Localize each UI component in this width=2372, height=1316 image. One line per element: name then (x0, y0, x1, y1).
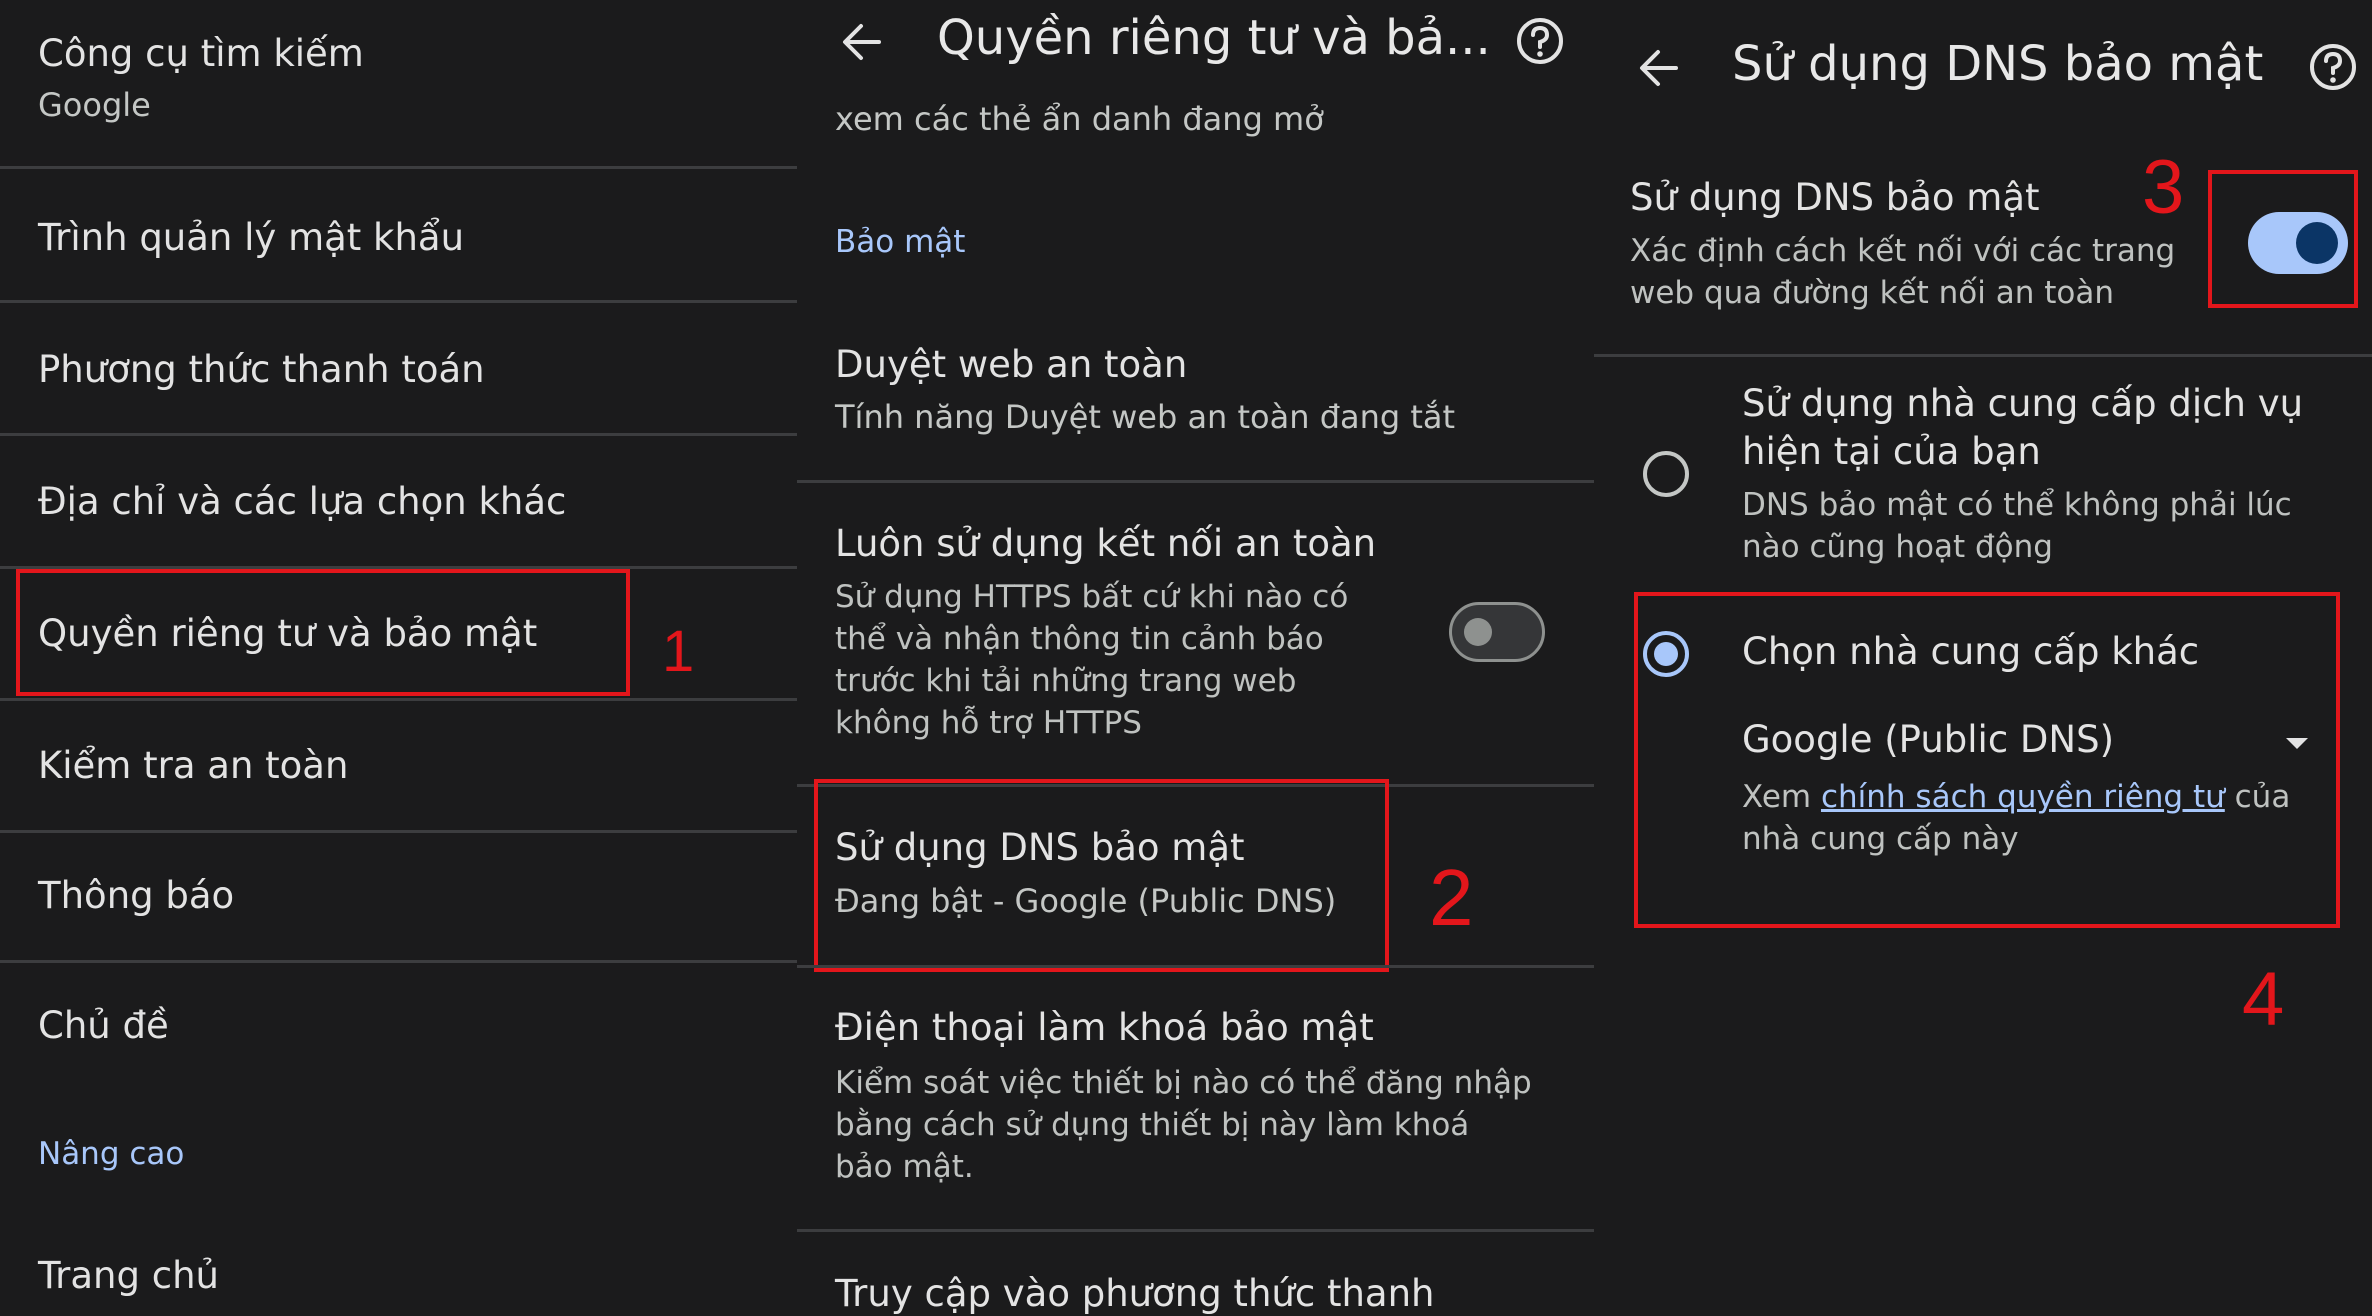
highlight-box-3 (2208, 170, 2358, 308)
menu-item-addresses[interactable]: Địa chỉ và các lựa chọn khác (38, 480, 566, 523)
back-arrow-icon[interactable] (839, 20, 885, 64)
menu-item-theme[interactable]: Chủ đề (38, 1004, 169, 1047)
page-title: Quyền riêng tư và bả... (937, 10, 1491, 66)
secure-dns-panel: Sử dụng DNS bảo mật Sử dụng DNS bảo mật … (1594, 0, 2372, 1316)
https-always-title: Luôn sử dụng kết nối an toàn (835, 522, 1377, 565)
safe-browsing-desc: Tính năng Duyệt web an toàn đang tắt (835, 398, 1456, 436)
secure-dns-toggle-title: Sử dụng DNS bảo mật (1630, 176, 2040, 219)
security-key-title: Điện thoại làm khoá bảo mật (835, 1006, 1374, 1049)
toggle-thumb (1464, 618, 1492, 646)
menu-item-safety-check[interactable]: Kiểm tra an toàn (38, 744, 348, 787)
option-current-desc: DNS bảo mật có thể không phải lúc nào cũ… (1742, 487, 2292, 565)
privacy-security-panel: Quyền riêng tư và bả... xem các thẻ ẩn d… (797, 0, 1594, 1316)
section-advanced-heading: Nâng cao (38, 1136, 185, 1172)
menu-item-notifications[interactable]: Thông báo (38, 874, 234, 917)
menu-item-payment-methods[interactable]: Phương thức thanh toán (38, 348, 485, 391)
divider (0, 830, 797, 833)
step-number-3: 3 (2142, 145, 2185, 230)
radio-icon[interactable] (1643, 451, 1689, 497)
menu-item-homepage[interactable]: Trang chủ (38, 1254, 219, 1297)
divider (0, 433, 797, 436)
search-engine-title: Công cụ tìm kiếm (38, 32, 364, 75)
search-engine-value: Google (38, 86, 151, 124)
help-icon[interactable] (2308, 42, 2358, 92)
highlight-box-2 (814, 779, 1389, 972)
step-number-1: 1 (662, 619, 695, 684)
highlight-box-4 (1634, 592, 2340, 928)
incognito-lock-note: xem các thẻ ẩn danh đang mở (835, 100, 1324, 138)
divider (797, 965, 1594, 968)
payment-access-item[interactable]: Truy cập vào phương thức thanh (835, 1272, 1434, 1315)
divider (797, 1229, 1594, 1232)
secure-dns-toggle-desc: Xác định cách kết nối với các trang web … (1630, 233, 2176, 311)
safe-browsing-title: Duyệt web an toàn (835, 343, 1188, 386)
back-arrow-icon[interactable] (1636, 46, 1682, 90)
divider (0, 960, 797, 963)
step-number-2: 2 (1429, 853, 1474, 942)
step-number-4: 4 (2242, 957, 2285, 1042)
page-title: Sử dụng DNS bảo mật (1732, 36, 2264, 92)
divider (1594, 354, 2372, 357)
section-security-heading: Bảo mật (835, 224, 966, 260)
help-icon[interactable] (1515, 16, 1565, 66)
menu-item-password-manager[interactable]: Trình quản lý mật khẩu (38, 216, 464, 259)
divider (797, 480, 1594, 483)
divider (0, 300, 797, 303)
security-key-desc: Kiểm soát việc thiết bị nào có thể đăng … (835, 1065, 1532, 1185)
option-current-title: Sử dụng nhà cung cấp dịch vụ hiện tại củ… (1742, 382, 2304, 473)
divider (0, 698, 797, 701)
https-toggle[interactable] (1449, 602, 1545, 662)
settings-list-panel: Công cụ tìm kiếm Google Trình quản lý mậ… (0, 0, 797, 1316)
https-always-desc: Sử dụng HTTPS bất cứ khi nào có thể và n… (835, 579, 1349, 741)
divider (0, 166, 797, 169)
highlight-box-1 (16, 569, 630, 696)
